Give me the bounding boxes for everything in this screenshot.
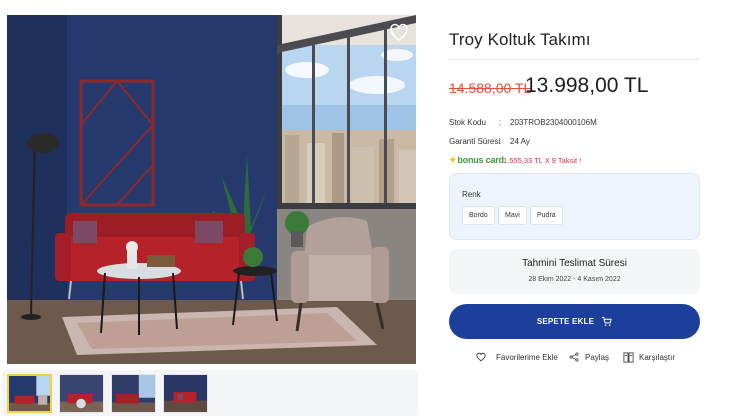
color-label: Renk	[462, 190, 481, 199]
current-price: 13.998,00 TL	[525, 74, 649, 97]
title-divider	[449, 59, 700, 60]
thumbnail-1[interactable]	[7, 374, 52, 413]
thumbnail-3[interactable]	[111, 374, 156, 413]
add-to-favorites-link[interactable]: Favorilerime Ekle	[476, 352, 558, 362]
stock-code-separator: :	[499, 118, 502, 127]
stock-code-label: Stok Kodu	[449, 118, 486, 127]
warranty-separator: :	[499, 137, 502, 146]
thumbnail-image	[112, 375, 155, 412]
heart-icon	[476, 352, 486, 362]
warranty-value: 24 Ay	[510, 137, 530, 146]
add-to-favorites-label: Favorilerime Ekle	[496, 352, 558, 362]
thumbnail-strip	[2, 370, 418, 416]
share-link[interactable]: Paylaş	[569, 352, 609, 362]
installment-info: 1.555,33 TL X 9 Taksit !	[503, 156, 582, 165]
thumbnail-4[interactable]	[163, 374, 208, 413]
add-to-cart-button[interactable]: SEPETE EKLE	[449, 304, 700, 339]
compare-label: Karşılaştır	[639, 353, 676, 362]
main-product-image[interactable]	[7, 15, 416, 364]
delivery-estimate: Tahmini Teslimat Süresi 28 Ekim 2022 - 4…	[449, 249, 700, 294]
cart-icon	[602, 316, 612, 326]
bonus-star-icon: ✦	[449, 155, 457, 165]
color-selector: Renk Bordo Mavi Pudra	[449, 173, 700, 240]
product-title: Troy Koltuk Takımı	[449, 30, 591, 49]
delivery-dates: 28 Ekim 2022 - 4 Kasım 2022	[528, 276, 621, 283]
warranty-label: Garanti Süresi	[449, 137, 501, 146]
thumbnail-2[interactable]	[59, 374, 104, 413]
old-price: 14.588,00 TL	[449, 80, 532, 96]
thumbnail-image	[164, 375, 207, 412]
compare-link[interactable]: Karşılaştır	[623, 352, 675, 363]
delivery-title: Tahmini Teslimat Süresi	[522, 258, 627, 269]
share-label: Paylaş	[585, 352, 610, 362]
living-room-photo	[7, 15, 416, 364]
add-to-cart-label: SEPETE EKLE	[536, 317, 595, 326]
thumbnail-image	[60, 375, 103, 412]
compare-icon	[623, 352, 634, 363]
stock-code-value: 203TROB2304000106M	[510, 118, 597, 127]
color-option-mavi[interactable]: Mavi	[498, 206, 527, 225]
share-icon	[569, 352, 579, 362]
thumbnail-image	[9, 376, 50, 411]
color-option-bordo[interactable]: Bordo	[462, 206, 495, 225]
product-page: Troy Koltuk Takımı 14.588,00 TL 13.998,0…	[0, 0, 730, 420]
bonus-card-logo: ✦bonus card	[449, 155, 504, 165]
color-option-pudra[interactable]: Pudra	[530, 206, 563, 225]
